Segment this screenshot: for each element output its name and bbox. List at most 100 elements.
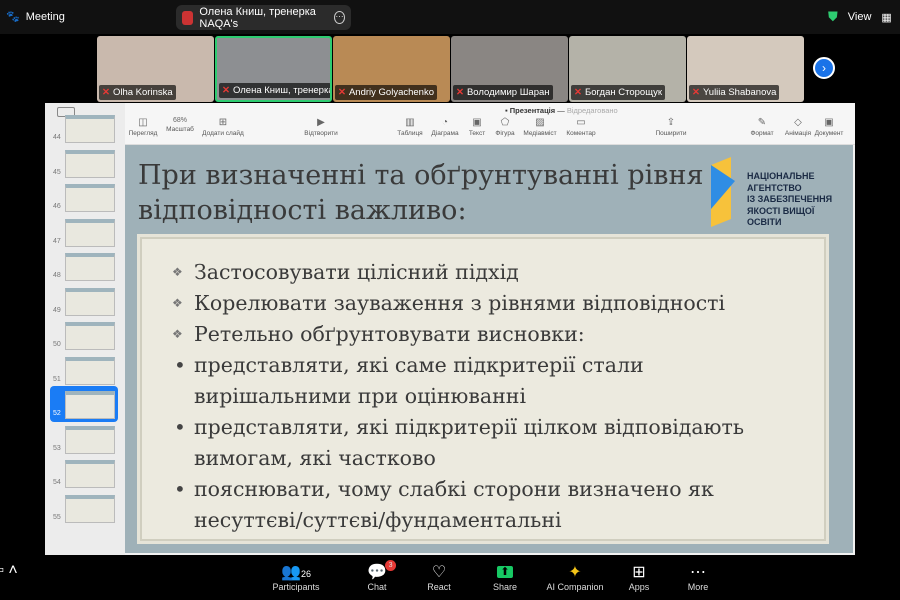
participant-tile[interactable]: ✕ Богдан Сторощук <box>569 36 686 102</box>
video-control[interactable]: ▫ ˄ <box>0 562 18 582</box>
toolbar-button-11[interactable]: ✎ Формат <box>750 117 773 137</box>
toolbar: ▪ Презентація — Відредаговано ◫ Перегляд 6… <box>125 103 855 145</box>
slide-thumbnail[interactable] <box>65 460 115 488</box>
sparkle-icon: ✦ <box>568 564 582 581</box>
toolbar-icon: ▭ <box>576 117 586 128</box>
active-speaker-pill[interactable]: Олена Книш, тренерка NAQA's ··· <box>176 5 351 30</box>
toolbar-button-3[interactable]: ▶ Відтворити <box>304 117 337 137</box>
meeting-label: Meeting <box>25 10 65 23</box>
bullet-item: пояснювати, чому слабкі сторони визначен… <box>172 474 794 536</box>
apps-icon: ⊞ <box>632 564 646 581</box>
participant-tile[interactable]: ✕ Yuliia Shabanova <box>687 36 804 102</box>
mic-muted-icon: ✕ <box>456 87 464 98</box>
view-button[interactable]: View <box>848 11 872 23</box>
participant-name: ✕ Володимир Шаран <box>453 85 553 100</box>
meeting-controls: ▫ ˄ 👥26 Participants 💬 3 Chat ♡ React ⬆ Share… <box>0 556 900 600</box>
avatar <box>182 10 194 25</box>
meeting-top-bar: 🐾 Meeting Олена Книш, тренерка NAQA's ··· … <box>0 0 900 34</box>
bullet-item: Корелювати зауваження з рівнями відповід… <box>172 288 794 319</box>
mic-muted-icon: ✕ <box>222 85 230 96</box>
toolbar-button-6[interactable]: ▣ Текст <box>469 117 485 137</box>
participant-tile[interactable]: ✕ Andriy Golyachenko <box>333 36 450 102</box>
slide-thumbnail[interactable] <box>65 494 115 523</box>
participant-name: ✕ Olha Korinska <box>99 85 176 100</box>
mic-muted-icon: ✕ <box>574 87 582 98</box>
toolbar-icon: ▨ <box>535 117 545 128</box>
mic-muted-icon: ✕ <box>338 87 346 98</box>
share-icon: ⬆ <box>493 562 517 582</box>
toolbar-button-0[interactable]: ◫ Перегляд <box>129 117 158 137</box>
slide-thumbnail[interactable] <box>65 322 115 350</box>
logo-text-line: ІЗ ЗАБЕЗПЕЧЕННЯ <box>747 194 833 204</box>
slide-number: 54 <box>53 479 61 486</box>
slide-number: 53 <box>53 444 61 452</box>
toolbar-icon: ✎ <box>757 117 767 128</box>
keynote-window: 44 45 46 47 48 49 50 51 52 53 54 55 ▪ Презентація —… <box>45 103 855 555</box>
share-button[interactable]: ⬆ Share <box>493 562 517 592</box>
participant-name: ✕ Andriy Golyachenko <box>335 85 437 100</box>
slide-number: 52 <box>53 410 61 417</box>
participant-name: ✕Олена Книш, тренерка N... <box>219 83 330 98</box>
bullet-item: Ретельно обґрунтовувати висновки: <box>172 319 794 350</box>
grid-icon[interactable]: ▦ <box>881 11 891 24</box>
participants-icon: 👥 <box>281 564 301 581</box>
slide-number: 51 <box>53 375 61 383</box>
toolbar-button-5[interactable]: ◔ Діаграма <box>431 117 458 137</box>
toolbar-button-13[interactable]: ▣ Документ <box>815 117 844 137</box>
toolbar-icon: ▶ <box>317 117 325 128</box>
slide-thumbnail[interactable] <box>65 356 115 385</box>
participants-button[interactable]: 👥26 Participants <box>272 562 319 592</box>
mic-muted-icon: ✕ <box>692 87 700 98</box>
bullet-item: представляти, які саме підкритерії стали… <box>172 350 794 412</box>
logo-text-line: ЯКОСТІ ВИЩОЇ ОСВІТИ <box>747 205 815 228</box>
speaker-name: Олена Книш, тренерка NAQA's <box>199 5 316 30</box>
toolbar-button-8[interactable]: ▨ Медіавміст <box>523 117 556 137</box>
toolbar-icon: ◫ <box>138 117 148 128</box>
toolbar-button-7[interactable]: ⬠ Фігура <box>495 117 514 137</box>
more-button[interactable]: ⋯ More <box>688 562 709 592</box>
slide-thumbnail[interactable] <box>65 218 115 247</box>
toolbar-icon: ⬠ <box>500 117 510 128</box>
more-icon[interactable]: ··· <box>334 11 345 24</box>
slide-thumbnail[interactable] <box>65 287 115 316</box>
toolbar-icon: ◔ <box>441 117 449 128</box>
chat-icon: 💬 <box>367 564 387 581</box>
slide-thumbnail[interactable] <box>65 115 115 143</box>
naqa-logo-mark-icon <box>711 157 735 227</box>
logo-text-line: НАЦІОНАЛЬНЕ <box>747 171 815 181</box>
next-page-button[interactable]: › <box>813 57 835 79</box>
participant-tile[interactable]: ✕ Olha Korinska <box>97 36 214 102</box>
slide-thumbnail[interactable] <box>65 149 115 178</box>
shield-check-icon[interactable]: ⛊ <box>828 9 838 25</box>
slide-number: 48 <box>53 272 61 279</box>
naqa-logo: НАЦІОНАЛЬНЕ АГЕНТСТВО ІЗ ЗАБЕЗПЕЧЕННЯ ЯКОСТ… <box>707 157 847 227</box>
slide-number: 47 <box>53 237 61 245</box>
chat-button[interactable]: 💬 3 Chat <box>367 560 397 592</box>
toolbar-button-9[interactable]: ▭ Коментар <box>566 117 595 137</box>
participant-tile[interactable]: ✕Олена Книш, тренерка N... <box>215 36 332 102</box>
slide-number: 44 <box>53 134 61 141</box>
slide-number: 50 <box>53 341 61 348</box>
bullet-item: Застосовувати цілісний підхід <box>172 257 794 288</box>
slide-thumbnail[interactable] <box>65 253 115 281</box>
slide-thumbnail[interactable] <box>65 425 115 454</box>
ai-companion-button[interactable]: ✦ AI Companion <box>546 562 603 592</box>
apps-button[interactable]: ⊞ Apps <box>629 562 650 592</box>
react-button[interactable]: ♡ React <box>427 562 451 592</box>
toolbar-button-4[interactable]: ▥ Таблиця <box>397 117 422 137</box>
participant-tile[interactable]: ✕ Володимир Шаран <box>451 36 568 102</box>
toolbar-icon: ◇ <box>794 117 802 128</box>
more-icon: ⋯ <box>689 564 706 581</box>
meeting-info[interactable]: 🐾 Meeting <box>6 10 65 24</box>
slide-thumbnail[interactable] <box>65 391 115 419</box>
toolbar-icon: ▣ <box>824 117 834 128</box>
toolbar-button-12[interactable]: ◇ Анімація <box>785 117 811 137</box>
slide-canvas: При визначенні та обґрунтуванні рівня від… <box>125 145 853 553</box>
toolbar-button-10[interactable]: ⇪ Поширити <box>656 117 687 137</box>
bullet-item: представляти, які підкритерії цілком від… <box>172 412 794 474</box>
slide-number: 49 <box>53 306 61 314</box>
slide-thumbnail[interactable] <box>65 184 115 212</box>
toolbar-button-1[interactable]: 68% Масштаб <box>166 117 194 133</box>
toolbar-icon: ⇪ <box>666 117 676 128</box>
toolbar-button-2[interactable]: ⊞ Додати слайд <box>202 117 244 137</box>
